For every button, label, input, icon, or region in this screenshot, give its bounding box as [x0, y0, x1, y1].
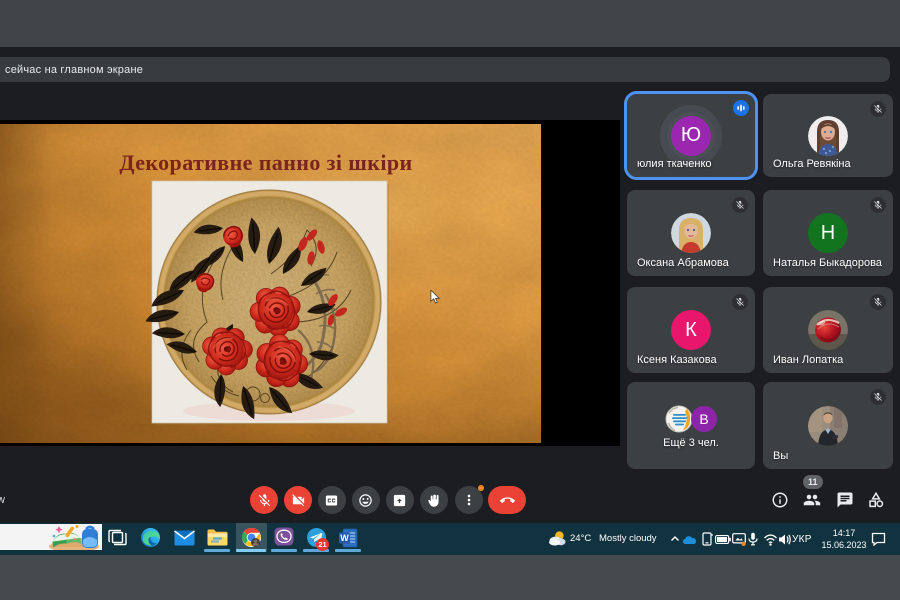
participant-name: Ксеня Казакова	[637, 354, 717, 366]
taskbar-clock[interactable]: 14:17 15.06.2023	[817, 523, 871, 555]
network-icon[interactable]	[762, 523, 778, 555]
group-avatars: В	[665, 405, 717, 433]
mic-muted-icon	[870, 294, 886, 310]
search-box[interactable]	[0, 524, 102, 550]
participant-tile-1[interactable]: Ююлия ткаченко	[627, 94, 755, 177]
language-indicator[interactable]: УКР	[792, 523, 814, 555]
device-icon[interactable]	[699, 523, 715, 555]
panel-icons	[0, 486, 900, 514]
mic-muted-icon	[870, 197, 886, 213]
mic-muted-icon	[732, 294, 748, 310]
taskbar-app-chrome[interactable]	[235, 523, 267, 552]
taskbar-app-file-explorer[interactable]	[201, 523, 233, 552]
participant-name: юлия ткаченко	[637, 158, 712, 170]
speaking-indicator-icon	[733, 100, 749, 116]
participant-tile-2[interactable]: Ольга Ревякіна	[763, 94, 893, 177]
participant-name: Оксана Абрамова	[637, 257, 729, 269]
people-count-badge: 11	[803, 475, 823, 489]
photo-avatar	[808, 116, 848, 156]
photo-avatar	[808, 310, 848, 350]
mic-muted-icon	[870, 389, 886, 405]
weather-condition: Mostly cloudy	[599, 533, 657, 544]
presenting-banner: сейчас на главном экране	[0, 57, 890, 82]
running-indicator	[271, 549, 297, 552]
letter-avatar: К	[671, 310, 711, 350]
meet-window: сейчас на главном экране	[0, 0, 900, 523]
participant-name: Наталья Быкадорова	[773, 257, 882, 269]
onedrive-icon[interactable]	[681, 523, 697, 555]
window-top-band	[0, 0, 900, 47]
taskbar-app-task-view[interactable]	[101, 523, 133, 552]
unread-badge: 21	[316, 538, 329, 551]
participant-name: Ещё 3 чел.	[627, 437, 755, 449]
mouse-cursor	[430, 290, 441, 305]
action-center-icon[interactable]	[870, 523, 886, 555]
participant-tile-6[interactable]: Иван Лопатка	[763, 287, 893, 373]
taskbar-weather[interactable]: 24°C Mostly cloudy	[548, 523, 676, 555]
participant-name: Вы	[773, 450, 788, 462]
clock-date: 15.06.2023	[817, 539, 871, 551]
battery-icon[interactable]	[715, 523, 731, 555]
photo-avatar	[808, 406, 848, 446]
presentation-slide: Декоративне панно зі шкіри	[0, 124, 541, 443]
people-button[interactable]	[801, 489, 823, 511]
participant-tile-3[interactable]: Оксана Абрамова	[627, 190, 755, 276]
weather-icon	[548, 530, 567, 547]
participant-tile-7[interactable]: В Ещё 3 чел.	[627, 382, 755, 469]
clock-time: 14:17	[817, 527, 871, 539]
letter-avatar: Н	[808, 213, 848, 253]
participant-tile-5[interactable]: К Ксеня Казакова	[627, 287, 755, 373]
taskbar-app-edge[interactable]	[134, 523, 166, 552]
taskbar-app-viber[interactable]	[268, 523, 300, 552]
bottom-strip	[0, 555, 900, 600]
letter-avatar: Ю	[671, 116, 711, 156]
taskbar-app-mail[interactable]	[168, 523, 200, 552]
running-indicator	[236, 549, 266, 552]
presenting-banner-text: сейчас на главном экране	[0, 64, 143, 76]
participant-tile-8[interactable]: Вы	[763, 382, 893, 469]
participant-name: Ольга Ревякіна	[773, 158, 851, 170]
windows-taskbar: 21 W 24°C Mostly cloudy УКР 14:17 15.06.2…	[0, 523, 900, 555]
meeting-info-button[interactable]	[769, 489, 791, 511]
microphone-icon[interactable]	[745, 523, 761, 555]
mic-muted-icon	[870, 101, 886, 117]
svg-text:W: W	[340, 533, 349, 543]
weather-temp: 24°C	[570, 533, 591, 544]
letter-avatar-overlap: В	[691, 406, 717, 432]
taskbar-app-word[interactable]: W	[332, 523, 364, 552]
search-highlight-illustration	[0, 524, 102, 550]
mic-muted-icon	[732, 197, 748, 213]
volume-icon[interactable]	[777, 523, 793, 555]
running-indicator	[335, 549, 361, 552]
participant-tile-4[interactable]: Н Наталья Быкадорова	[763, 190, 893, 276]
running-indicator	[204, 549, 230, 552]
avatar: В	[627, 382, 755, 469]
screen: сейчас на главном экране	[0, 0, 900, 600]
slide-title-svg: Декоративне панно зі шкіри	[119, 150, 412, 175]
chat-button[interactable]	[834, 489, 856, 511]
activities-button[interactable]	[865, 489, 887, 511]
participant-name: Иван Лопатка	[773, 354, 843, 366]
photo-avatar	[671, 213, 711, 253]
